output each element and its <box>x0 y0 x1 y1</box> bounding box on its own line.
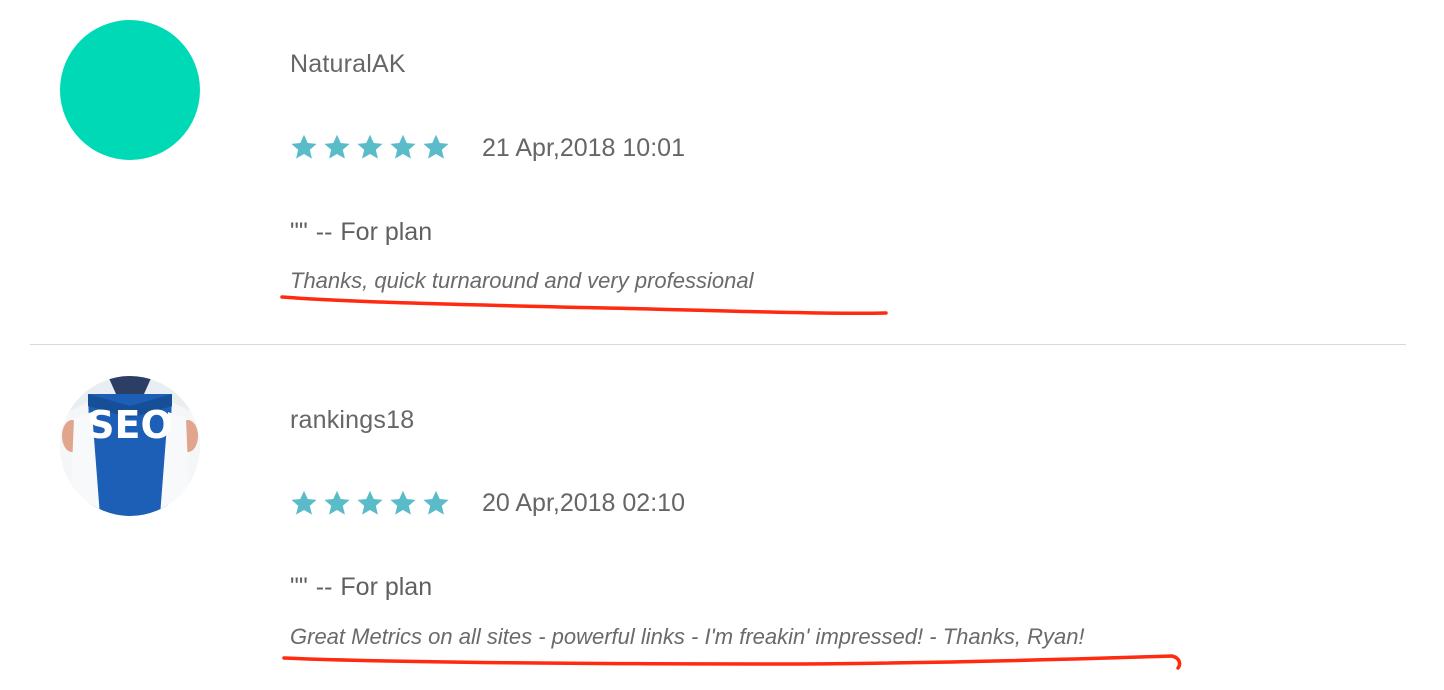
plan-line: "" -- For plan <box>290 573 432 602</box>
star-icon <box>324 134 350 159</box>
review-item: SEO rankings18 20 Apr,2018 02:10 "" -- For… <box>0 346 1444 690</box>
review-item: NaturalAK 21 Apr,2018 10:01 "" -- For plan… <box>0 0 1444 345</box>
review-date: 21 Apr,2018 10:01 <box>482 134 685 162</box>
avatar-seo-text: SEO <box>87 403 173 447</box>
reviewer-username[interactable]: rankings18 <box>290 406 414 435</box>
star-icon <box>291 134 317 159</box>
plan-label: For plan <box>340 573 433 601</box>
plan-separator: -- <box>315 573 333 601</box>
divider <box>30 344 1406 345</box>
avatar[interactable] <box>60 20 200 160</box>
star-rating <box>290 489 450 517</box>
plan-line: "" -- For plan <box>290 218 432 247</box>
star-rating <box>290 133 450 161</box>
review-comment: Thanks, quick turnaround and very profes… <box>290 268 754 293</box>
star-icon <box>423 134 449 159</box>
review-date: 20 Apr,2018 02:10 <box>482 489 685 517</box>
avatar[interactable]: SEO <box>60 376 200 516</box>
star-icon <box>390 490 416 515</box>
plan-label: For plan <box>340 218 433 246</box>
plan-separator: -- <box>315 218 333 246</box>
star-icon <box>291 490 317 515</box>
star-icon <box>423 490 449 515</box>
plan-quote: "" <box>290 218 308 246</box>
star-icon <box>324 490 350 515</box>
seo-avatar-image: SEO <box>60 376 200 516</box>
star-icon <box>390 134 416 159</box>
star-icon <box>357 134 383 159</box>
reviewer-username[interactable]: NaturalAK <box>290 50 406 79</box>
plan-quote: "" <box>290 573 308 601</box>
review-comment: Great Metrics on all sites - powerful li… <box>290 624 1085 649</box>
star-icon <box>357 490 383 515</box>
